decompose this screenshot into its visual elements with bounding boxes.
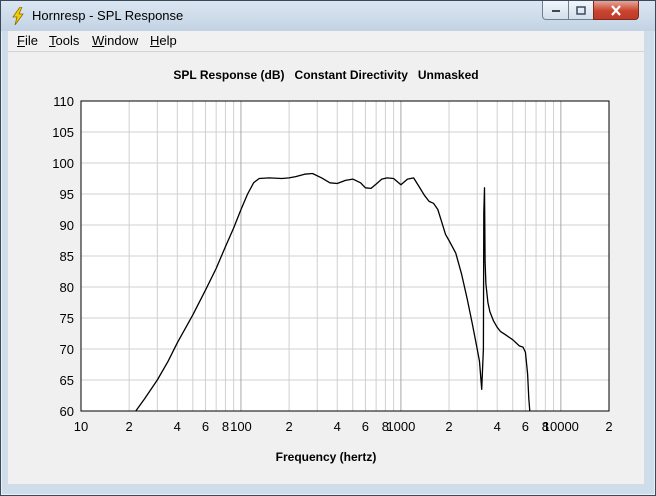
title-bar[interactable]: Hornresp - SPL Response [1, 1, 655, 31]
window-title: Hornresp - SPL Response [32, 8, 184, 23]
x-tick-label: 4 [174, 419, 181, 434]
x-axis-label: Frequency (hertz) [275, 450, 377, 464]
y-tick-label: 95 [60, 187, 74, 202]
minimize-icon [551, 10, 560, 12]
x-tick-label: 10 [74, 419, 88, 434]
minimize-button[interactable] [542, 1, 569, 20]
y-tick-label: 70 [60, 342, 74, 357]
y-tick-label: 110 [53, 94, 74, 109]
x-tick-label: 4 [334, 419, 341, 434]
y-tick-label: 90 [60, 218, 74, 233]
x-tick-label: 10000 [543, 419, 579, 434]
menu-window[interactable]: Window [92, 33, 138, 48]
x-tick-label: 2 [605, 419, 612, 434]
x-tick-label: 100 [230, 419, 252, 434]
menu-help-mnemonic: H [150, 33, 160, 48]
menu-bar: File Tools Window Help [8, 31, 644, 52]
x-tick-label: 6 [362, 419, 369, 434]
close-button[interactable] [593, 1, 639, 20]
menu-file[interactable]: File [17, 33, 38, 48]
x-tick-label: 6 [522, 419, 529, 434]
y-tick-label: 85 [60, 249, 74, 264]
x-tick-label: 6 [202, 419, 209, 434]
menu-file-label: ile [24, 33, 38, 48]
x-tick-label: 2 [126, 419, 133, 434]
menu-file-mnemonic: F [17, 33, 25, 48]
app-window: Hornresp - SPL Response File Tools Windo… [0, 0, 656, 496]
x-tick-label: 2 [285, 419, 292, 434]
x-tick-label: 2 [445, 419, 452, 434]
maximize-icon [576, 5, 586, 15]
menu-help[interactable]: Help [150, 33, 177, 48]
lightning-bolt-icon [12, 7, 24, 25]
y-tick-label: 105 [52, 125, 74, 140]
spl-response-chart: 6065707580859095100105110 10 2 4 6 8 100 2 4 6 81… [52, 94, 612, 434]
menu-help-label: elp [159, 33, 177, 48]
menu-tools-label: ools [55, 33, 80, 48]
x-tick-label: 1000 [386, 419, 415, 434]
maximize-button[interactable] [568, 1, 594, 20]
chart-area: SPL Response (dB) Constant Directivity U… [8, 52, 644, 484]
x-tick-label: 4 [494, 419, 501, 434]
y-tick-label: 65 [60, 373, 74, 388]
menu-window-label: indow [104, 33, 139, 48]
close-icon [611, 4, 621, 16]
y-tick-label: 100 [52, 156, 74, 171]
menu-window-mnemonic: W [92, 33, 105, 48]
x-tick-label: 8 [222, 419, 229, 434]
y-tick-label: 80 [60, 280, 74, 295]
y-tick-label: 75 [60, 311, 74, 326]
y-tick-label: 60 [60, 404, 74, 419]
menu-tools[interactable]: Tools [49, 33, 79, 48]
